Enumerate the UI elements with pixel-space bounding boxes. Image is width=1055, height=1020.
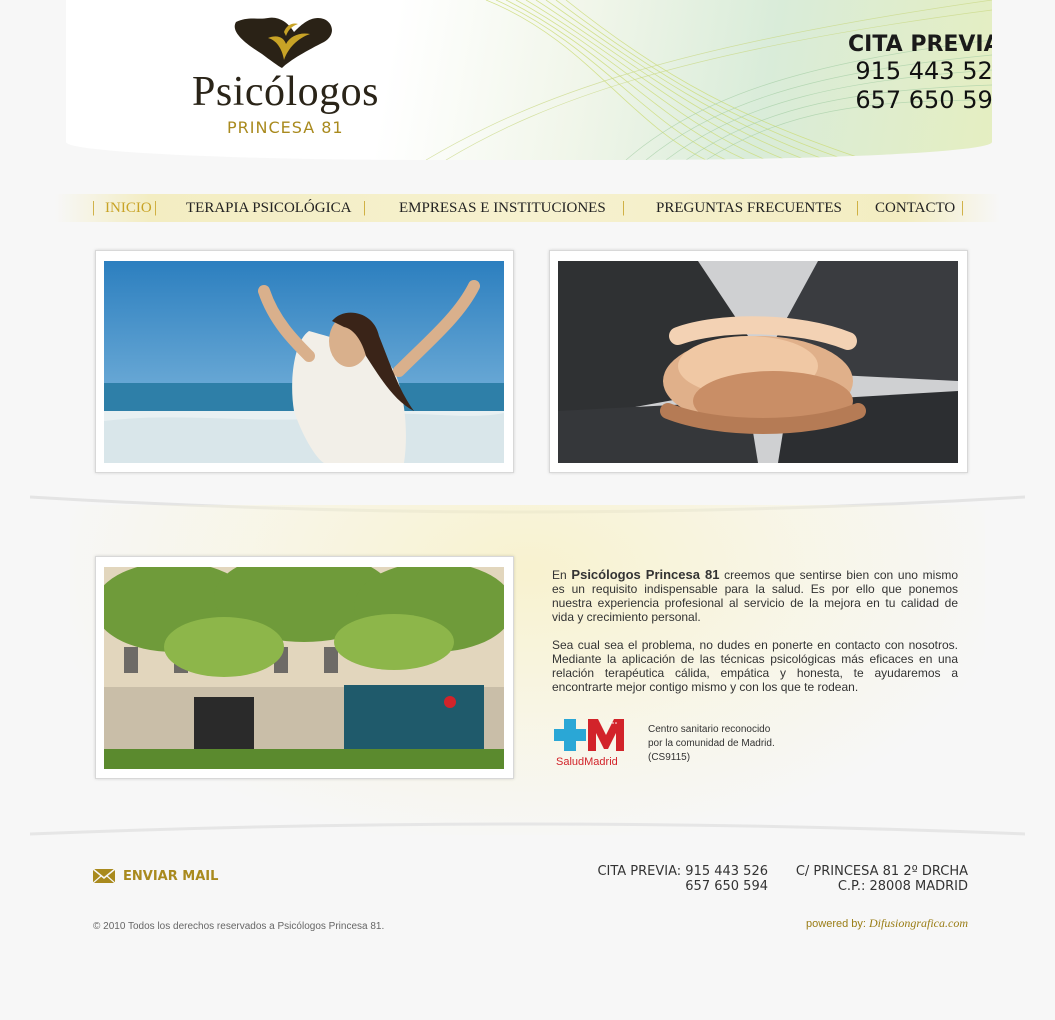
site-logo[interactable]: Psicólogos PRINCESA 81 (132, 12, 379, 142)
nav-item-inicio[interactable]: INICIO (105, 200, 152, 217)
nav-item-empresas[interactable]: EMPRESAS E INSTITUCIONES (399, 200, 606, 217)
footer-address-line-1: C/ PRINCESA 81 2º DRCHA (795, 864, 968, 879)
nav-item-contacto[interactable]: CONTACTO (875, 200, 955, 217)
powered-by-label: powered by: (806, 918, 869, 930)
main-nav: | INICIO | TERAPIA PSICOLÓGICA | EMPRESA… (55, 194, 1000, 222)
footer-cita-line-2: 657 650 594 (685, 879, 768, 894)
nav-separator: | (961, 199, 965, 216)
intro-prefix: En (552, 568, 572, 582)
footer-divider (30, 822, 1025, 836)
copyright: © 2010 Todos los derechos reservados a P… (93, 921, 385, 932)
photo-stacked-hands (558, 261, 958, 463)
heart-leaf-logo-icon (234, 17, 332, 68)
salud-line-3: (CS9115) (648, 752, 691, 763)
photo-building-facade (104, 567, 504, 769)
nav-separator: | (363, 199, 367, 216)
nav-item-terapia[interactable]: TERAPIA PSICOLÓGICA (186, 200, 351, 217)
send-mail-label: ENVIAR MAIL (123, 869, 219, 884)
footer-address-line-2: C.P.: 28008 MADRID (837, 879, 968, 894)
brand-name: Psicólogos Princesa 81 (571, 567, 720, 582)
nav-item-preguntas[interactable]: PREGUNTAS FRECUENTES (656, 200, 842, 217)
appointment-info: CITA PREVIA: 915 443 526 657 650 594 (848, 32, 992, 115)
salud-madrid-logo[interactable]: SaludMadrid (554, 717, 634, 769)
phone-number-1[interactable]: 915 443 526 (848, 57, 992, 86)
envelope-icon (93, 868, 115, 884)
powered-by: powered by: Difusiongrafica.com (780, 916, 968, 931)
footer-appointment: CITA PREVIA: 915 443 526 657 650 594 (590, 864, 768, 894)
photo-woman-beach (104, 261, 504, 463)
salud-line-2: por la comunidad de Madrid. (648, 738, 775, 749)
page: Psicólogos PRINCESA 81 CITA PREVIA: 915 … (0, 0, 1055, 1020)
salud-madrid-logo-text: SaludMadrid (556, 756, 618, 768)
nav-separator: | (92, 199, 96, 216)
appointment-title: CITA PREVIA: (848, 32, 992, 57)
photo-frame-building (95, 556, 514, 779)
intro-text: En Psicólogos Princesa 81 creemos que se… (552, 568, 958, 708)
photo-frame-woman (95, 250, 514, 473)
header-banner: Psicólogos PRINCESA 81 CITA PREVIA: 915 … (66, 0, 992, 160)
phone-number-2[interactable]: 657 650 594 (848, 86, 992, 115)
salud-line-1: Centro sanitario reconocido (648, 724, 771, 735)
intro-paragraph-2: Sea cual sea el problema, no dudes en po… (552, 638, 958, 694)
logo-title: Psicólogos (192, 69, 380, 115)
intro-paragraph-1: En Psicólogos Princesa 81 creemos que se… (552, 567, 958, 625)
salud-certification: Centro sanitario reconocido por la comun… (648, 723, 808, 765)
footer-cita-line-1: CITA PREVIA: 915 443 526 (597, 864, 768, 879)
footer-address: C/ PRINCESA 81 2º DRCHA C.P.: 28008 MADR… (790, 864, 968, 894)
logo-subtitle: PRINCESA 81 (227, 118, 344, 137)
nav-separator: | (856, 199, 860, 216)
photo-frame-teamwork (549, 250, 968, 473)
nav-separator: | (154, 199, 158, 216)
nav-separator: | (622, 199, 626, 216)
powered-by-link[interactable]: Difusiongrafica.com (869, 916, 968, 930)
